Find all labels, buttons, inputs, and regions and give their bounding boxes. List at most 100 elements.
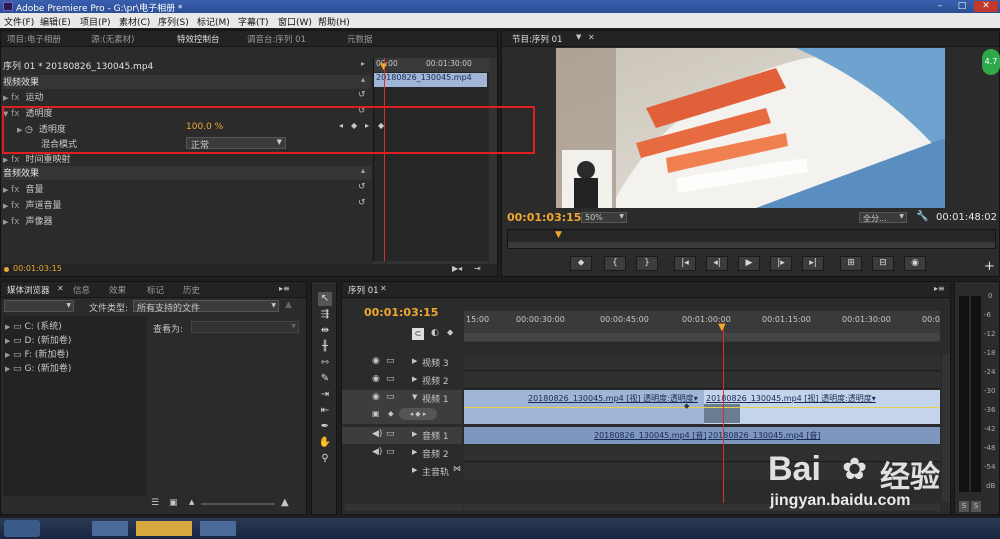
tab-source[interactable]: 源:(无素材) <box>91 33 135 45</box>
menu-project[interactable]: 项目(P) <box>80 15 110 28</box>
header-arrow-icon[interactable]: ▸ <box>361 59 365 68</box>
opacity-rubber-band[interactable] <box>464 407 704 408</box>
effect-row-volume[interactable]: ▶ fx 音量 <box>3 182 371 196</box>
extract-button[interactable]: ⊟ <box>872 256 894 271</box>
minimize-button[interactable]: – <box>930 1 950 12</box>
effect-row-panner[interactable]: ▶ fx 声像器 <box>3 214 371 228</box>
tab-project[interactable]: 项目:电子相册 <box>7 33 61 45</box>
expand-triangle-icon[interactable]: ▶ <box>412 448 417 456</box>
lane-master[interactable] <box>464 463 940 480</box>
add-keyframe-icon[interactable]: ◆ <box>351 121 357 130</box>
menu-clip[interactable]: 素材(C) <box>119 15 150 28</box>
eye-icon[interactable]: ◉ <box>372 392 380 402</box>
lane-video-2[interactable] <box>464 372 940 389</box>
location-select[interactable]: ▼ <box>4 300 74 312</box>
expand-triangle-icon[interactable]: ▶ <box>3 186 11 194</box>
expand-triangle-icon[interactable]: ▶ <box>3 94 11 102</box>
menu-marker[interactable]: 标记(M) <box>197 15 230 28</box>
menu-title[interactable]: 字幕(T) <box>238 15 269 28</box>
thumbnail-size-slider[interactable] <box>201 503 275 505</box>
prev-keyframe-icon[interactable]: ◂ <box>339 121 343 130</box>
video-clip-selected[interactable]: 20180826_130045.mp4 [视] 透明度:透明度▾ <box>704 390 940 424</box>
display-style-icon[interactable]: ▣ <box>372 409 380 418</box>
icon-view-icon[interactable]: ▣ <box>169 498 178 508</box>
play-audio-icon[interactable]: ▶◂ <box>452 264 462 273</box>
lock-icon[interactable]: ▭ <box>386 447 395 457</box>
rolling-edit-tool-icon[interactable]: ╫ <box>318 340 332 354</box>
add-button[interactable]: + <box>984 259 995 274</box>
expand-triangle-icon[interactable]: ▶ <box>5 323 13 331</box>
timeline-timecode[interactable]: 00:01:03:15 <box>364 306 438 319</box>
effect-row-channel-volume[interactable]: ▶ fx 声道音量 <box>3 198 371 212</box>
fx-icon[interactable]: fx <box>11 217 20 227</box>
export-frame-button[interactable]: ◉ <box>904 256 926 271</box>
timeline-hscrollbar[interactable] <box>464 504 940 511</box>
program-video-frame[interactable] <box>556 48 945 208</box>
video-clip[interactable]: 20180826_130045.mp4 [视] 透明度:透明度▾ ◆ <box>464 390 704 424</box>
reset-icon[interactable]: ↺ <box>358 198 366 208</box>
lock-icon[interactable]: ▭ <box>386 374 395 384</box>
keyframe-nav-control[interactable]: ◂ ◆ ▸ <box>399 408 437 420</box>
add-marker-button[interactable]: ⬥ <box>570 256 592 271</box>
scrubber-zoom-bar[interactable] <box>508 242 995 248</box>
go-to-in-button[interactable]: |◂ <box>674 256 696 271</box>
quality-select[interactable]: 全分... ▼ <box>859 212 907 223</box>
slide-tool-icon[interactable]: ⇤ <box>318 404 332 418</box>
tab-markers[interactable]: 标记 <box>147 284 164 296</box>
menu-file[interactable]: 文件(F) <box>4 15 34 28</box>
work-area-bar[interactable] <box>464 333 940 341</box>
export-icon[interactable]: ⇥ <box>474 264 481 273</box>
play-button[interactable]: ▶ <box>738 256 760 271</box>
selection-tool-icon[interactable]: ↖ <box>318 292 332 306</box>
timeline-vscrollbar[interactable] <box>942 354 950 502</box>
expand-triangle-icon[interactable]: ▶ <box>3 156 11 164</box>
go-to-out-button[interactable]: ▸| <box>802 256 824 271</box>
effect-timecode[interactable]: 00:01:03:15 <box>13 264 62 273</box>
expand-triangle-icon[interactable]: ▶ <box>3 218 11 226</box>
solo-right-button[interactable]: S <box>971 501 981 512</box>
start-button[interactable] <box>4 520 40 537</box>
video-effects-arrow-icon[interactable]: ▴ <box>361 75 365 84</box>
tab-program[interactable]: 节目:序列 01 <box>512 33 562 45</box>
menu-help[interactable]: 帮助(H) <box>318 15 350 28</box>
maximize-button[interactable]: □ <box>952 1 972 12</box>
audio-clip[interactable]: 20180826_130045.mp4 [音] 20180826_130045.… <box>464 427 940 444</box>
tab-close-icon[interactable]: ✕ <box>57 284 64 293</box>
effect-row-opacity[interactable]: ▼ fx 透明度 <box>3 106 371 120</box>
expand-triangle-icon[interactable]: ▶ <box>5 337 13 345</box>
tab-media-browser[interactable]: 媒体浏览器 <box>7 284 50 296</box>
opacity-rubber-band[interactable] <box>704 407 940 408</box>
audio-effects-arrow-icon[interactable]: ▴ <box>361 166 365 175</box>
effect-scrollbar[interactable] <box>489 58 497 268</box>
mark-in-button[interactable]: { <box>604 256 626 271</box>
slip-tool-icon[interactable]: ⇥ <box>318 388 332 402</box>
close-button[interactable]: ✕ <box>974 1 998 12</box>
fx-icon[interactable]: fx <box>11 185 20 195</box>
track-select-tool-icon[interactable]: ⇶ <box>318 308 332 322</box>
program-scrubber[interactable]: ▼ <box>507 229 996 249</box>
tab-close-icon[interactable]: ✕ <box>588 33 595 42</box>
program-timecode[interactable]: 00:01:03:15 <box>507 211 581 224</box>
lift-button[interactable]: ⊞ <box>840 256 862 271</box>
tab-close-icon[interactable]: ✕ <box>380 284 387 293</box>
collapse-triangle-icon[interactable]: ▼ <box>412 393 417 401</box>
expand-triangle-icon[interactable]: ▶ <box>412 375 417 383</box>
stopwatch-icon[interactable]: ◷ <box>25 125 33 135</box>
taskbar-app[interactable] <box>92 521 128 536</box>
step-back-button[interactable]: ◂| <box>706 256 728 271</box>
mini-playhead-handle-icon[interactable]: ▼ <box>380 62 387 72</box>
lock-icon[interactable]: ▭ <box>386 429 395 439</box>
snap-icon[interactable]: ⊂ <box>412 328 424 340</box>
playhead-handle-icon[interactable]: ▼ <box>718 322 726 333</box>
hand-tool-icon[interactable]: ✋ <box>318 436 332 450</box>
mini-ruler[interactable]: 00:00 00:01:30:00 <box>374 58 489 72</box>
file-type-select[interactable]: 所有支持的文件 ▼ <box>133 300 279 314</box>
lane-video-3[interactable] <box>464 354 940 371</box>
zoom-tool-icon[interactable]: ⚲ <box>318 452 332 466</box>
drive-item[interactable]: ▶ ▭ F: (新加卷) <box>5 347 69 361</box>
wrench-icon[interactable]: 🔧 <box>916 211 928 222</box>
expand-triangle-icon[interactable]: ▶ <box>5 365 13 373</box>
keyframe-toggle-icon[interactable]: ⬥ <box>388 409 394 419</box>
sequence-marker-icon[interactable]: ◐ <box>431 328 439 338</box>
drive-item[interactable]: ▶ ▭ C: (系统) <box>5 319 62 333</box>
